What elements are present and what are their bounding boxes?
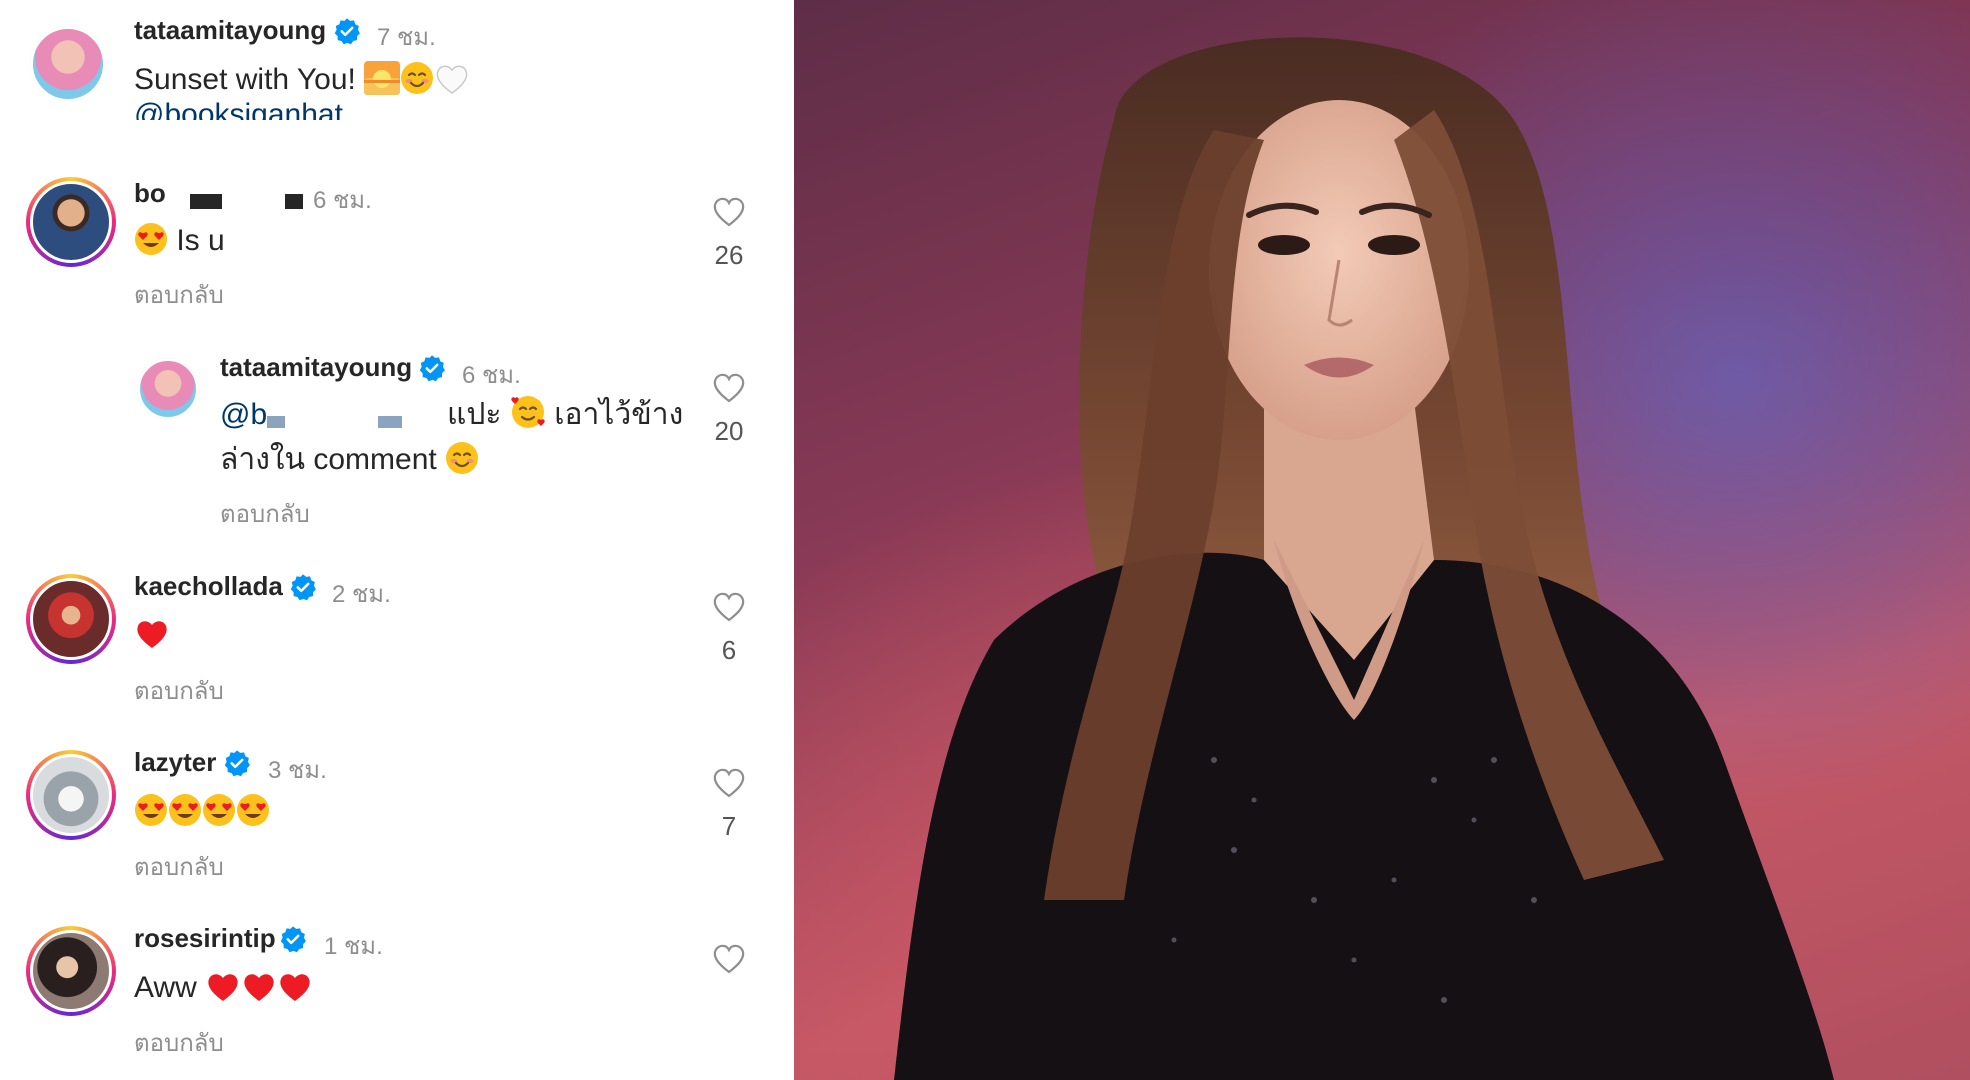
redacted-mention: [378, 416, 402, 428]
commenter-avatar[interactable]: [26, 574, 116, 664]
comment-time: 2 ชม.: [332, 581, 391, 608]
red-heart-emoji-icon: [137, 621, 167, 648]
reply-text-part: เอาไว้ข้าง: [554, 398, 684, 431]
sunset-emoji-icon: [364, 61, 401, 95]
reply-mention[interactable]: @b: [220, 398, 267, 431]
post-author-username[interactable]: tataamitayoung: [134, 15, 326, 46]
caption-text: Sunset with You!: [134, 63, 356, 96]
right-eye: [1368, 235, 1420, 255]
heart-eyes-emoji-icon: [135, 794, 167, 826]
verified-icon: [419, 355, 445, 382]
comment-time: 1 ชม.: [324, 933, 383, 960]
heart-eyes-emoji-icon: [169, 794, 201, 826]
like-heart-icon[interactable]: [712, 372, 746, 404]
post-mention-clip: @booksiganhat: [134, 96, 434, 120]
post-mention[interactable]: @booksiganhat: [134, 98, 343, 120]
commenter-username[interactable]: lazyter: [134, 747, 216, 778]
comment-text: Aww: [134, 965, 313, 1011]
commenter-avatar[interactable]: [26, 926, 116, 1016]
redacted-username: [190, 194, 222, 209]
smiling-face-emoji-icon: [446, 442, 479, 474]
commenter-avatar[interactable]: [26, 177, 116, 267]
commenter-username[interactable]: kaechollada: [134, 571, 283, 602]
reply-button[interactable]: ตอบกลับ: [134, 1023, 224, 1062]
red-heart-emoji-icon: [244, 974, 274, 1001]
verified-icon: [334, 18, 360, 45]
reply-text-line-2: ล่างใน comment: [220, 437, 479, 483]
reply-time: 6 ชม.: [462, 362, 521, 389]
like-count: 26: [714, 240, 744, 270]
comments-panel: tataamitayoung 7 ชม. Sunset with You! @b…: [0, 0, 794, 1080]
verified-icon: [224, 750, 250, 777]
reply-author-username[interactable]: tataamitayoung: [220, 352, 412, 383]
comment-body: Is u: [176, 224, 225, 257]
smiling-face-hearts-emoji-icon: [511, 396, 545, 428]
post-time: 7 ชม.: [377, 24, 436, 51]
white-heart-emoji-icon: [436, 65, 468, 94]
like-heart-icon[interactable]: [712, 767, 746, 799]
smiling-face-emoji-icon: [401, 62, 434, 94]
like-count: 6: [721, 635, 737, 665]
reply-author-avatar[interactable]: [137, 358, 199, 420]
like-heart-icon[interactable]: [712, 196, 746, 228]
verified-icon: [290, 574, 316, 601]
left-eye: [1258, 235, 1310, 255]
reply-button[interactable]: ตอบกลับ: [220, 494, 310, 533]
comment-text: Is u: [134, 218, 225, 264]
comment-time: 3 ชม.: [268, 757, 327, 784]
like-heart-icon[interactable]: [712, 591, 746, 623]
reply-button[interactable]: ตอบกลับ: [134, 671, 224, 710]
portrait-photo: [794, 0, 1970, 1080]
reply-text-part: แปะ: [447, 398, 502, 431]
red-heart-emoji-icon: [208, 974, 238, 1001]
reply-button[interactable]: ตอบกลับ: [134, 275, 224, 314]
redacted-mention: [267, 416, 285, 428]
like-heart-icon[interactable]: [712, 943, 746, 975]
reply-text-part: ล่างใน comment: [220, 443, 437, 476]
like-count: 20: [714, 416, 744, 446]
reply-button[interactable]: ตอบกลับ: [134, 847, 224, 886]
heart-eyes-emoji-icon: [135, 223, 167, 255]
post-author-avatar[interactable]: [30, 26, 106, 102]
reply-text-line-1: @b: [220, 392, 267, 438]
redacted-username: [285, 194, 303, 209]
like-count: 7: [721, 811, 737, 841]
reply-text-line-1b: แปะ เอาไว้ข้าง: [447, 392, 683, 438]
comment-body: Aww: [134, 971, 197, 1004]
commenter-username[interactable]: rosesirintip: [134, 923, 276, 954]
commenter-username[interactable]: bo: [134, 178, 166, 209]
red-heart-emoji-icon: [280, 974, 310, 1001]
heart-eyes-emoji-icon: [203, 794, 235, 826]
verified-icon: [280, 926, 306, 953]
heart-eyes-emoji-icon: [237, 794, 269, 826]
comment-text: [134, 789, 270, 835]
portrait-illustration: [794, 0, 1970, 1080]
comment-time: 6 ชม.: [313, 187, 372, 214]
commenter-avatar[interactable]: [26, 750, 116, 840]
comment-text: [134, 612, 170, 658]
